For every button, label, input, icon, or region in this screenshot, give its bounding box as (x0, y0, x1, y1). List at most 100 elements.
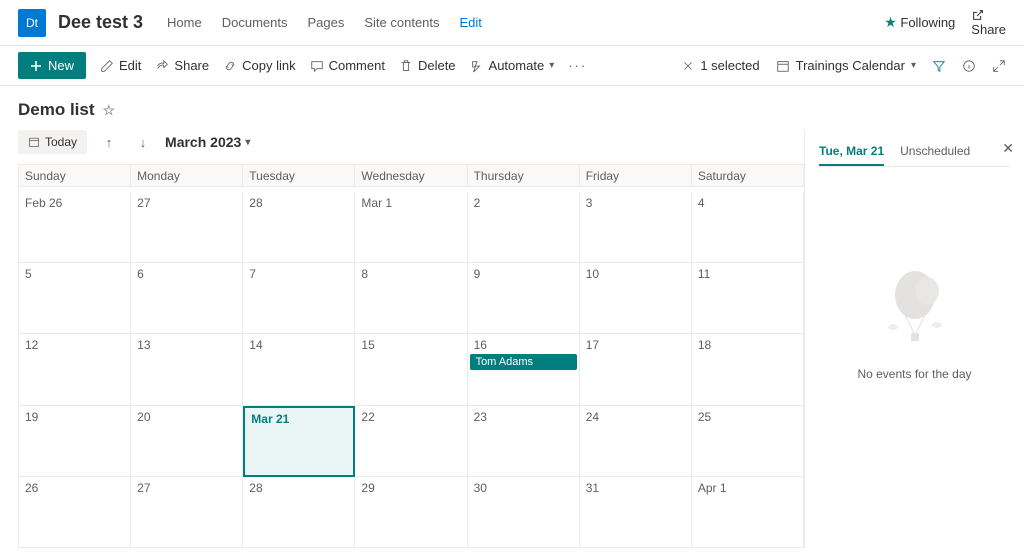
nav-documents[interactable]: Documents (222, 15, 288, 30)
day-cell[interactable]: 5 (19, 263, 131, 334)
following-button[interactable]: ★ Following (884, 14, 955, 31)
nav-site-contents[interactable]: Site contents (364, 15, 439, 30)
day-cell[interactable]: 25 (692, 406, 804, 477)
share-arrow-icon (155, 59, 169, 73)
day-cell[interactable]: 9 (468, 263, 580, 334)
day-cell[interactable]: 18 (692, 334, 804, 405)
site-title[interactable]: Dee test 3 (58, 12, 143, 33)
next-month-button[interactable]: ↓ (131, 135, 155, 150)
day-cell[interactable]: 19 (19, 406, 131, 477)
pencil-icon (100, 59, 114, 73)
view-switcher[interactable]: Trainings Calendar ▾ (776, 58, 916, 73)
more-button[interactable]: ··· (568, 58, 587, 73)
share-button[interactable]: Share (971, 8, 1006, 37)
empty-state: No events for the day (819, 267, 1010, 381)
day-cell[interactable]: 8 (355, 263, 467, 334)
content-area: Today ↑ ↓ March 2023 ▾ SundayMondayTuesd… (0, 130, 1024, 548)
favorite-star-icon[interactable]: ☆ (103, 102, 116, 119)
nav-edit[interactable]: Edit (460, 15, 482, 30)
day-cell[interactable]: 24 (580, 406, 692, 477)
day-cell[interactable]: 4 (692, 192, 804, 263)
close-panel-button[interactable]: ✕ (1002, 140, 1014, 157)
day-header: Friday (580, 165, 692, 187)
nav-pages[interactable]: Pages (307, 15, 344, 30)
share-icon (971, 8, 985, 22)
site-icon[interactable]: Dt (18, 9, 46, 37)
automate-button[interactable]: Automate ▾ (470, 58, 555, 73)
link-icon (223, 59, 237, 73)
day-cell[interactable]: 12 (19, 334, 131, 405)
calendar-icon (776, 59, 790, 73)
day-cell[interactable]: Mar 21 (243, 406, 355, 477)
day-cell[interactable]: 29 (355, 477, 467, 548)
day-cell[interactable]: 20 (131, 406, 243, 477)
filter-icon[interactable] (932, 59, 946, 73)
share-cmd-button[interactable]: Share (155, 58, 209, 73)
panel-tabs: Tue, Mar 21 Unscheduled (819, 138, 1010, 167)
tab-unscheduled[interactable]: Unscheduled (900, 138, 970, 166)
day-cell[interactable]: 17 (580, 334, 692, 405)
day-cell[interactable]: 27 (131, 477, 243, 548)
day-cell[interactable]: 30 (468, 477, 580, 548)
empty-text: No events for the day (857, 367, 971, 381)
copy-link-button[interactable]: Copy link (223, 58, 295, 73)
delete-button[interactable]: Delete (399, 58, 456, 73)
selection-count[interactable]: 1 selected (681, 58, 759, 73)
day-cell[interactable]: 28 (243, 477, 355, 548)
day-cell[interactable]: 3 (580, 192, 692, 263)
day-cell[interactable]: 27 (131, 192, 243, 263)
day-cell[interactable]: 2 (468, 192, 580, 263)
day-cell[interactable]: 28 (243, 192, 355, 263)
event-chip[interactable]: Tom Adams (470, 354, 577, 370)
expand-icon[interactable] (992, 59, 1006, 73)
chevron-down-icon: ▾ (245, 137, 250, 148)
nav-home[interactable]: Home (167, 15, 202, 30)
info-icon[interactable] (962, 59, 976, 73)
page-title-row: Demo list ☆ (0, 86, 1024, 130)
command-bar: New Edit Share Copy link Comment Delete … (0, 46, 1024, 86)
details-panel: ✕ Tue, Mar 21 Unscheduled No events for … (804, 130, 1024, 548)
top-nav: Home Documents Pages Site contents Edit (167, 15, 482, 30)
day-cell[interactable]: 6 (131, 263, 243, 334)
chevron-down-icon: ▾ (549, 60, 554, 71)
day-cell[interactable]: 10 (580, 263, 692, 334)
site-header: Dt Dee test 3 Home Documents Pages Site … (0, 0, 1024, 46)
day-cell[interactable]: 14 (243, 334, 355, 405)
day-header: Thursday (468, 165, 580, 187)
day-header: Sunday (19, 165, 131, 187)
day-cell[interactable]: 16Tom Adams (468, 334, 580, 405)
day-header: Wednesday (355, 165, 467, 187)
day-header: Monday (131, 165, 243, 187)
edit-button[interactable]: Edit (100, 58, 141, 73)
calendar-header: Today ↑ ↓ March 2023 ▾ (18, 130, 804, 164)
day-header: Saturday (692, 165, 804, 187)
day-cell[interactable]: 26 (19, 477, 131, 548)
day-cell[interactable]: Feb 26 (19, 192, 131, 263)
day-cell[interactable]: 11 (692, 263, 804, 334)
plus-icon (30, 60, 42, 72)
day-cell[interactable]: 23 (468, 406, 580, 477)
comment-button[interactable]: Comment (310, 58, 385, 73)
day-cell[interactable]: Mar 1 (355, 192, 467, 263)
calendar-today-icon (28, 136, 40, 148)
day-cell[interactable]: 31 (580, 477, 692, 548)
new-button[interactable]: New (18, 52, 86, 79)
comment-icon (310, 59, 324, 73)
day-cell[interactable]: 22 (355, 406, 467, 477)
page-title: Demo list (18, 100, 95, 120)
prev-month-button[interactable]: ↑ (97, 135, 121, 150)
flow-icon (470, 59, 484, 73)
tab-date[interactable]: Tue, Mar 21 (819, 138, 884, 166)
trash-icon (399, 59, 413, 73)
x-icon (681, 59, 695, 73)
calendar-column: Today ↑ ↓ March 2023 ▾ SundayMondayTuesd… (0, 130, 804, 548)
day-header: Tuesday (243, 165, 355, 187)
day-cell[interactable]: 15 (355, 334, 467, 405)
month-label[interactable]: March 2023 ▾ (165, 134, 250, 150)
day-cell[interactable]: 13 (131, 334, 243, 405)
day-cell[interactable]: 7 (243, 263, 355, 334)
day-cell[interactable]: Apr 1 (692, 477, 804, 548)
star-icon: ★ (884, 14, 897, 30)
today-button[interactable]: Today (18, 130, 87, 154)
chevron-down-icon: ▾ (911, 60, 916, 71)
